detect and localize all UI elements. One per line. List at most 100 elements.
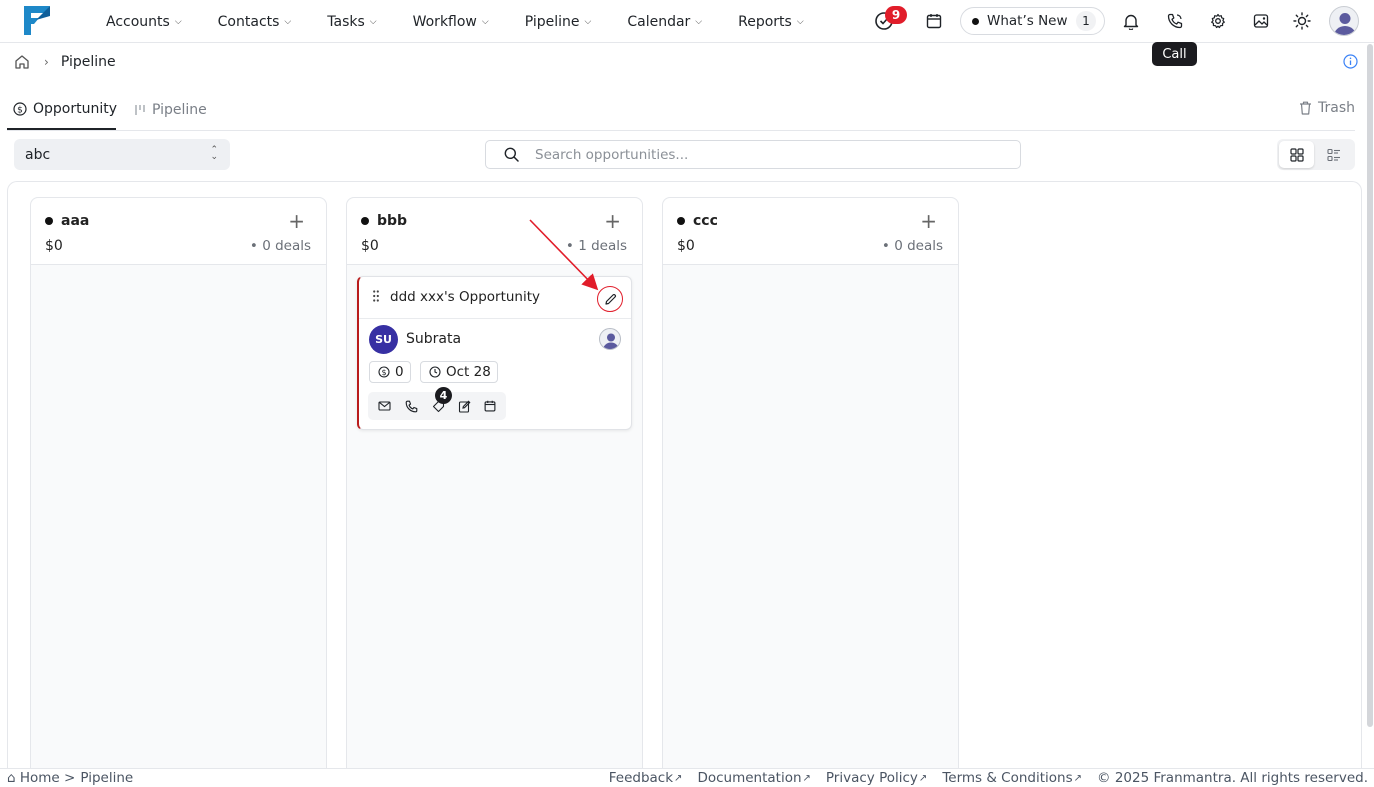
list-view-button[interactable]: [1316, 141, 1351, 168]
list-view-icon: [1326, 148, 1340, 161]
tab-pipeline[interactable]: Pipeline: [134, 90, 207, 130]
deal-value: 0: [395, 364, 404, 380]
column-deals: • 0 deals: [249, 238, 311, 254]
grid-view-icon: [1289, 147, 1304, 162]
documentation-link[interactable]: Documentation ↗: [697, 770, 810, 786]
date-chip: Oct 28: [420, 361, 498, 383]
edit-icon: [604, 293, 616, 305]
footer-current: Pipeline: [80, 770, 134, 786]
gear-icon[interactable]: [1208, 11, 1228, 31]
info-icon[interactable]: [1343, 54, 1358, 69]
drag-handle-icon[interactable]: [373, 290, 379, 302]
top-navbar: Accounts ⌵ Contacts ⌵ Tasks ⌵ Workflow ⌵ Pip…: [0, 0, 1374, 43]
feedback-link[interactable]: Feedback ↗: [609, 770, 683, 786]
scrollbar[interactable]: [1367, 44, 1373, 727]
pipeline-icon: [134, 104, 146, 116]
footer: ⌂ Home > Pipeline Feedback ↗ Documentatio…: [0, 768, 1374, 787]
svg-text:$: $: [17, 105, 23, 115]
contact-avatar-icon[interactable]: [599, 328, 621, 350]
nav-accounts[interactable]: Accounts ⌵: [106, 14, 182, 30]
calendar-icon[interactable]: [924, 11, 944, 31]
calendar-icon[interactable]: [483, 399, 497, 413]
chevron-right-icon: ›: [44, 55, 49, 69]
search-input[interactable]: [535, 146, 995, 163]
nav-label: Contacts: [217, 13, 280, 30]
nav-pipeline[interactable]: Pipeline ⌵: [525, 14, 592, 30]
nav-label: Tasks: [327, 13, 365, 30]
stage-dot: [361, 217, 369, 225]
breadcrumb-current: Pipeline: [60, 54, 116, 70]
card-actions: 4: [368, 387, 506, 420]
phone-icon[interactable]: [404, 399, 418, 413]
column-header: aaa + $0 • 0 deals: [31, 198, 326, 265]
column-title: ccc: [677, 213, 718, 229]
column-header: bbb + $0 • 1 deals: [347, 198, 642, 265]
pipeline-select[interactable]: abc ⌃ ⌄: [14, 139, 230, 170]
phone-icon[interactable]: [1165, 11, 1185, 31]
nav-contacts[interactable]: Contacts ⌵: [218, 14, 292, 30]
nav-workflow[interactable]: Workflow ⌵: [413, 14, 489, 30]
chevron-down-icon: ⌵: [584, 16, 592, 27]
whats-new-count: 1: [1076, 11, 1096, 31]
edit-button[interactable]: [597, 286, 623, 312]
nav-label: Reports: [738, 13, 792, 30]
nav-tasks[interactable]: Tasks ⌵: [327, 14, 376, 30]
main-nav: Accounts ⌵ Contacts ⌵ Tasks ⌵ Workflow ⌵ Pip…: [106, 0, 840, 43]
column-amount: $0: [45, 238, 63, 254]
external-link-icon: ↗: [918, 772, 928, 784]
opportunity-card[interactable]: ddd xxx's Opportunity SU Subrata $ 0 Oct…: [357, 276, 632, 430]
whats-new-label: What’s New: [987, 13, 1068, 29]
column-deals-count: 0 deals: [894, 238, 943, 254]
user-avatar-icon[interactable]: [1329, 6, 1359, 36]
logo[interactable]: [22, 4, 52, 37]
view-tabs: $ Opportunity Pipeline: [7, 90, 1355, 131]
nav-reports[interactable]: Reports ⌵: [738, 14, 804, 30]
external-link-icon: ↗: [802, 772, 811, 784]
chevron-down-icon: ⌵: [695, 16, 703, 27]
chevron-down-icon: ⌵: [796, 16, 804, 27]
privacy-policy-link[interactable]: Privacy Policy ↗: [826, 770, 927, 786]
link-label: Feedback: [608, 770, 674, 786]
search-icon: [504, 147, 519, 162]
trash-button[interactable]: Trash: [1299, 100, 1355, 116]
link-label: Documentation: [697, 770, 802, 786]
grid-view-button[interactable]: [1279, 141, 1314, 168]
search-box: [485, 140, 1021, 169]
card-title[interactable]: ddd xxx's Opportunity: [390, 289, 540, 305]
owner-name: Subrata: [406, 331, 462, 347]
nav-label: Workflow: [412, 13, 477, 30]
trash-icon: [1299, 101, 1312, 115]
tab-label: Opportunity: [33, 101, 118, 117]
bell-icon[interactable]: [1121, 11, 1141, 31]
call-tooltip: Call: [1152, 42, 1197, 66]
plus-icon[interactable]: +: [920, 209, 937, 233]
stage-dot: [677, 217, 685, 225]
column-title: aaa: [45, 213, 89, 229]
column-deals-count: 0 deals: [262, 238, 311, 254]
nav-calendar[interactable]: Calendar ⌵: [627, 14, 702, 30]
terms-link[interactable]: Terms & Conditions ↗: [942, 770, 1082, 786]
plus-icon[interactable]: +: [604, 209, 621, 233]
mail-icon[interactable]: [377, 399, 391, 413]
pipeline-select-value: abc: [25, 146, 51, 163]
column-deals-count: 1 deals: [578, 238, 627, 254]
whats-new-button[interactable]: What’s New 1: [960, 7, 1105, 35]
plus-icon[interactable]: +: [288, 209, 305, 233]
nav-label: Calendar: [627, 13, 691, 30]
tasks-count-badge: 9: [885, 6, 907, 24]
close-date: Oct 28: [446, 364, 491, 380]
footer-breadcrumb: ⌂ Home > Pipeline: [7, 770, 133, 786]
link-label: Privacy Policy: [825, 770, 918, 786]
footer-home-link[interactable]: ⌂ Home >: [7, 770, 75, 786]
image-icon[interactable]: [1251, 11, 1271, 31]
home-icon[interactable]: [14, 54, 30, 70]
note-icon[interactable]: [457, 399, 471, 413]
tab-opportunity[interactable]: $ Opportunity: [7, 90, 118, 130]
column-amount: $0: [361, 238, 379, 254]
pipeline-column: aaa + $0 • 0 deals: [30, 197, 327, 772]
column-name: aaa: [61, 213, 90, 229]
pipeline-column: ccc + $0 • 0 deals: [662, 197, 959, 772]
sun-icon[interactable]: [1292, 11, 1312, 31]
chevron-down-icon: ⌵: [369, 16, 377, 27]
external-link-icon: ↗: [674, 772, 683, 784]
